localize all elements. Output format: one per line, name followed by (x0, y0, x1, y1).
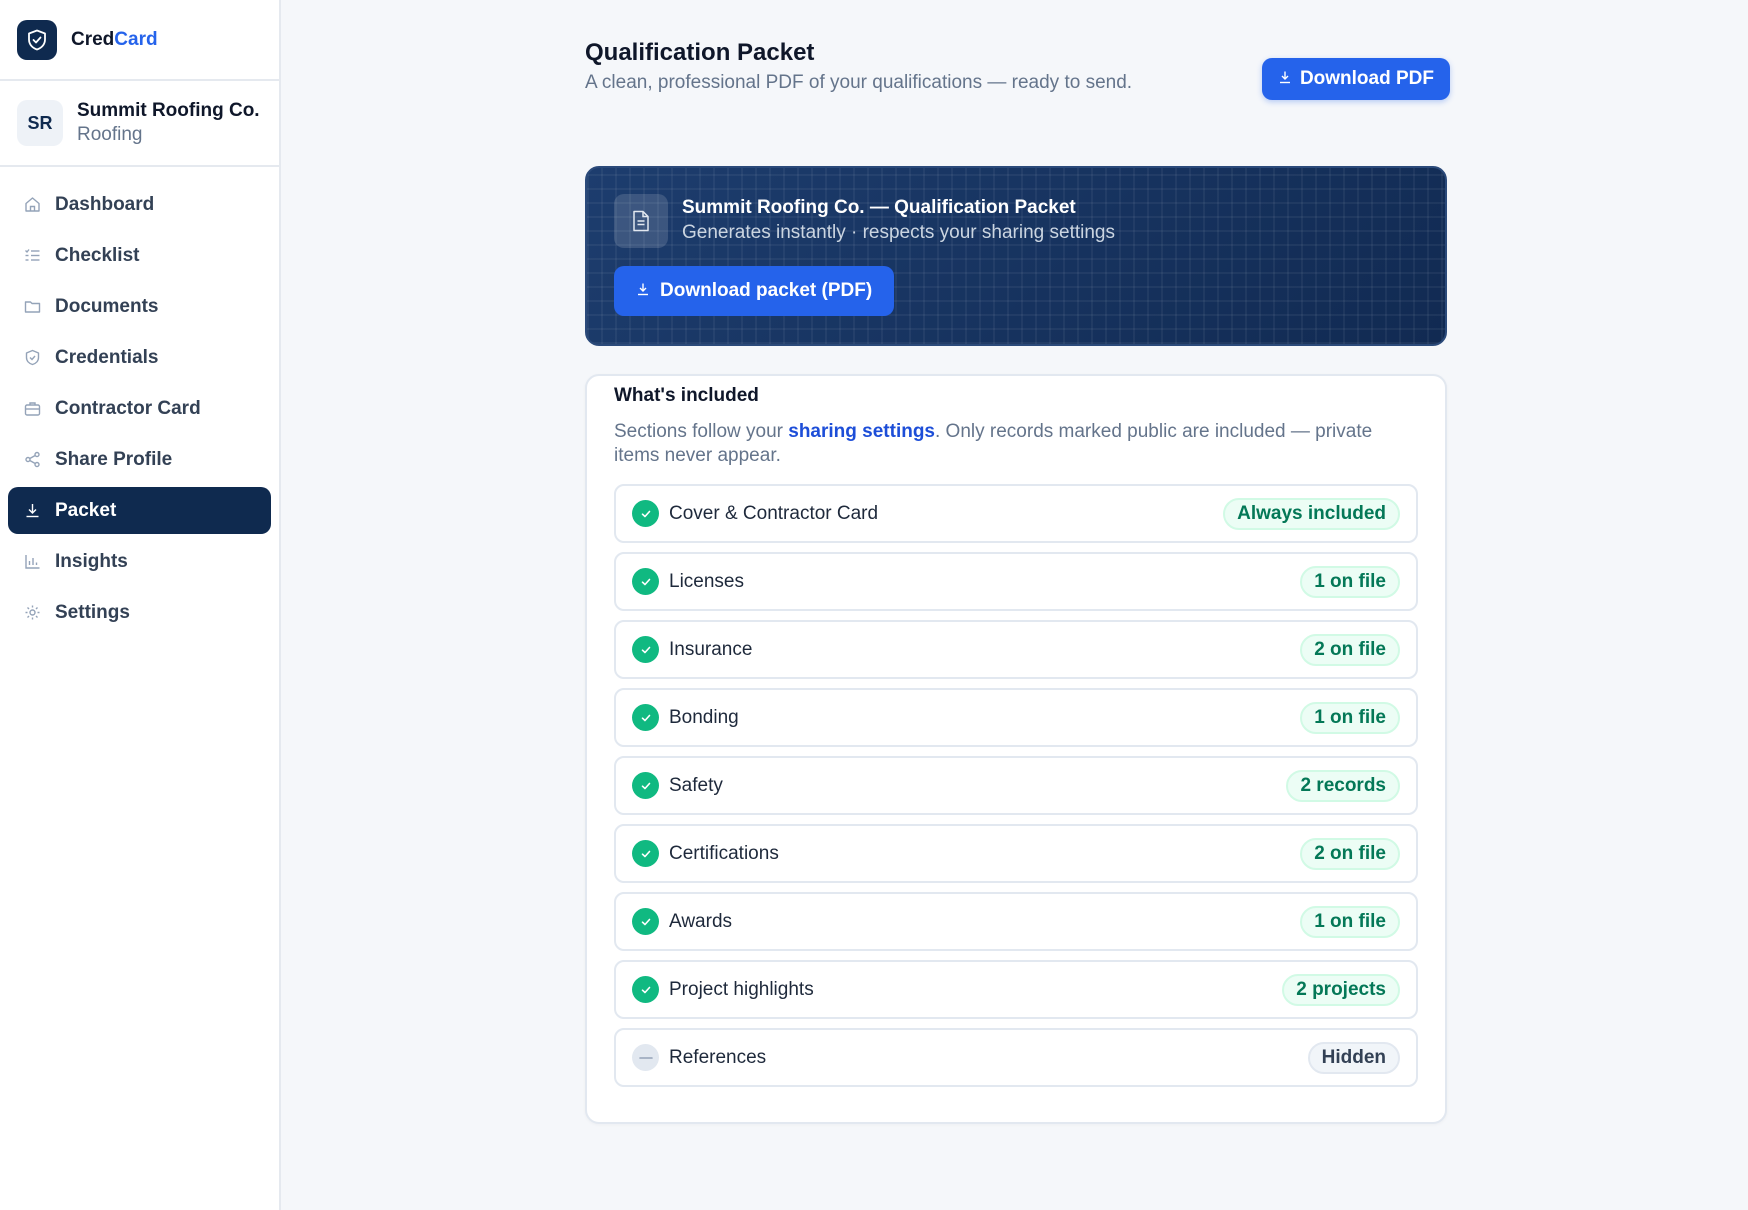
sidebar: CredCard SR Summit Roofing Co. Roofing D… (0, 0, 281, 1210)
check-icon (632, 636, 659, 663)
list-item: Awards 1 on file (614, 892, 1418, 951)
sidebar-item-checklist[interactable]: Checklist (8, 232, 271, 279)
sidebar-item-label: Packet (55, 499, 117, 521)
status-badge: Hidden (1307, 1041, 1400, 1074)
list-item: Project highlights 2 projects (614, 960, 1418, 1019)
check-icon (632, 500, 659, 527)
list-item: Safety 2 records (614, 756, 1418, 815)
brand-name: CredCard (71, 28, 158, 50)
account-trade: Roofing (77, 124, 143, 145)
section-label: Certifications (669, 842, 779, 864)
check-icon (632, 976, 659, 1003)
briefcase-icon (23, 400, 41, 418)
section-label: Cover & Contractor Card (669, 502, 879, 524)
list-item: Licenses 1 on file (614, 552, 1418, 611)
check-icon (632, 840, 659, 867)
sidebar-item-packet[interactable]: Packet (8, 487, 271, 534)
shield-icon (23, 349, 41, 367)
folder-icon (23, 298, 41, 316)
list-item: References Hidden (614, 1028, 1418, 1087)
hero-subtitle: Generates instantly · respects your shar… (682, 222, 1115, 243)
section-label: Licenses (669, 570, 744, 592)
download-pdf-button[interactable]: Download PDF (1261, 58, 1450, 100)
brand[interactable]: CredCard (0, 0, 279, 81)
sidebar-item-credentials[interactable]: Credentials (8, 334, 271, 381)
list-item: Insurance 2 on file (614, 620, 1418, 679)
sidebar-item-share-profile[interactable]: Share Profile (8, 436, 271, 483)
sidebar-item-label: Insights (55, 550, 128, 572)
sidebar-item-documents[interactable]: Documents (8, 283, 271, 330)
status-badge: Always included (1223, 497, 1400, 530)
main-content: Qualification Packet A clean, profession… (281, 0, 1748, 1210)
section-label: Insurance (669, 638, 753, 660)
packet-hero-card: Summit Roofing Co. — Qualification Packe… (585, 166, 1447, 346)
check-icon (632, 568, 659, 595)
download-icon (23, 502, 41, 520)
sidebar-item-label: Settings (55, 601, 130, 623)
download-icon (636, 280, 650, 302)
home-icon (23, 196, 41, 214)
status-badge: 2 projects (1282, 973, 1400, 1006)
sidebar-item-label: Credentials (55, 346, 159, 368)
shield-check-icon (17, 19, 57, 60)
page-header: Qualification Packet A clean, profession… (585, 38, 1450, 120)
panel-title: What's included (614, 385, 759, 406)
section-label: Bonding (669, 706, 739, 728)
section-label: Safety (669, 774, 723, 796)
sidebar-item-settings[interactable]: Settings (8, 589, 271, 636)
sharing-settings-link[interactable]: sharing settings (788, 421, 935, 442)
list-item: Certifications 2 on file (614, 824, 1418, 883)
list-item: Cover & Contractor Card Always included (614, 484, 1418, 543)
gear-icon (23, 604, 41, 622)
share-icon (23, 451, 41, 469)
status-badge: 1 on file (1300, 905, 1400, 938)
sidebar-item-label: Documents (55, 295, 159, 317)
check-icon (632, 908, 659, 935)
document-icon (614, 194, 668, 248)
section-label: References (669, 1046, 767, 1068)
sidebar-item-contractor-card[interactable]: Contractor Card (8, 385, 271, 432)
status-badge: 1 on file (1300, 701, 1400, 734)
sidebar-item-label: Contractor Card (55, 397, 201, 419)
check-icon (632, 704, 659, 731)
check-icon (632, 772, 659, 799)
avatar: SR (17, 100, 63, 146)
hero-title: Summit Roofing Co. — Qualification Packe… (682, 197, 1076, 218)
dash-icon (632, 1044, 659, 1071)
download-icon (1278, 68, 1292, 90)
status-badge: 2 on file (1300, 837, 1400, 870)
sidebar-item-dashboard[interactable]: Dashboard (8, 181, 271, 228)
sidebar-item-label: Dashboard (55, 193, 155, 215)
download-packet-button[interactable]: Download packet (PDF) (614, 266, 895, 316)
status-badge: 2 on file (1300, 633, 1400, 666)
sidebar-nav: Dashboard Checklist Documents Credential… (0, 167, 279, 654)
account-name: Summit Roofing Co. (77, 100, 260, 121)
section-label: Awards (669, 910, 733, 932)
status-badge: 2 records (1286, 769, 1400, 802)
sidebar-item-label: Checklist (55, 244, 140, 266)
sidebar-item-label: Share Profile (55, 448, 173, 470)
list-check-icon (23, 247, 41, 265)
bar-chart-icon (23, 553, 41, 571)
sidebar-item-insights[interactable]: Insights (8, 538, 271, 585)
status-badge: 1 on file (1300, 565, 1400, 598)
panel-description: Sections follow your sharing settings. O… (614, 421, 1373, 466)
section-label: Project highlights (669, 978, 814, 1000)
included-sections-list: Cover & Contractor Card Always included … (614, 484, 1418, 1087)
whats-included-panel: What's included Sections follow your sha… (585, 374, 1447, 1124)
list-item: Bonding 1 on file (614, 688, 1418, 747)
account-switcher[interactable]: SR Summit Roofing Co. Roofing (0, 81, 279, 167)
